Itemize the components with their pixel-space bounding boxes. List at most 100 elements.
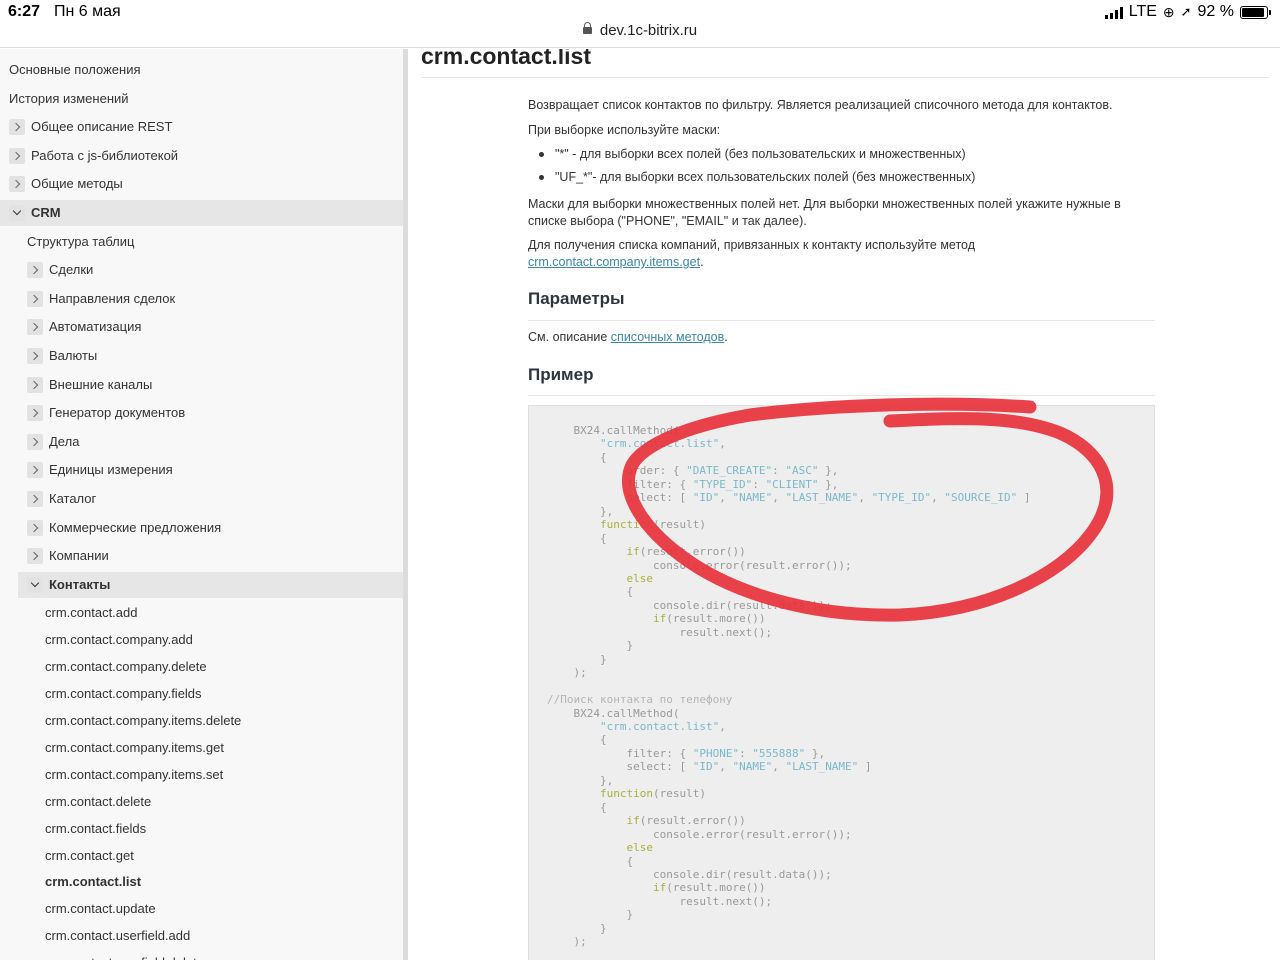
code-text: , [772, 760, 786, 774]
code-text: } [547, 921, 607, 935]
sidebar-item[interactable]: crm.contact.company.items.delete [0, 708, 403, 734]
code-line: console.dir(result.data()); [547, 868, 832, 881]
code-text: } [547, 639, 634, 653]
chevron-down-icon[interactable] [27, 576, 43, 593]
sidebar-item-label: crm.contact.company.delete [45, 659, 207, 675]
chevron-right-icon[interactable] [27, 319, 43, 336]
code-text: { [547, 854, 634, 868]
code-text: (result) [652, 787, 706, 801]
list-methods-link[interactable]: списочных методов [611, 330, 724, 344]
sidebar-item-label: Общее описание REST [31, 119, 173, 135]
annotation-stroke [622, 397, 1114, 622]
sidebar-item-label: CRM [31, 205, 61, 220]
sidebar-nav: Основные положения История изменений Общее… [0, 49, 403, 960]
sidebar-item[interactable]: Внешние каналы [0, 372, 403, 398]
chevron-right-icon[interactable] [27, 348, 43, 364]
address-bar[interactable]: dev.1c-bitrix.ru [0, 22, 1280, 48]
sidebar-item[interactable]: crm.contact.list [0, 869, 403, 895]
sidebar-item-label: crm.contact.get [45, 847, 134, 863]
chevron-right-icon[interactable] [9, 176, 25, 193]
chevron-right-icon[interactable] [27, 405, 43, 422]
sidebar-item[interactable]: crm.contact.company.items.set [0, 762, 403, 788]
code-line: result.next(); [547, 895, 772, 908]
code-line: } [547, 639, 633, 652]
sidebar-item[interactable]: Компании [0, 543, 403, 569]
code-text: BX24.callMethod( [547, 706, 680, 720]
code-keyword: function [599, 787, 653, 801]
sidebar-item[interactable]: crm.contact.company.add [0, 627, 403, 653]
code-text: filter: { [547, 746, 693, 760]
sidebar-item[interactable]: Единицы измерения [0, 457, 403, 483]
chevron-right-icon[interactable] [27, 548, 43, 565]
sidebar-item[interactable]: crm.contact.fields [0, 816, 403, 842]
code-string: "crm.contact.list" [599, 719, 720, 733]
sidebar-item[interactable]: Общие методы [0, 171, 403, 197]
sidebar-item[interactable]: Каталог [0, 486, 403, 512]
status-time: 6:27 [8, 3, 41, 20]
params-text: См. описание списочных методов. [528, 329, 1158, 346]
chevron-right-icon[interactable] [27, 376, 43, 393]
chevron-right-icon[interactable] [27, 491, 43, 507]
chevron-right-icon[interactable] [9, 147, 25, 164]
location-icon: ➚ [1180, 4, 1192, 19]
sidebar-item-label: crm.contact.company.items.get [45, 739, 224, 755]
sidebar-item[interactable]: Контакты [18, 571, 403, 598]
sidebar-item[interactable]: crm.contact.company.delete [0, 654, 403, 680]
code-text: (result.error()) [639, 814, 746, 828]
sidebar-item[interactable]: crm.contact.company.items.get [0, 735, 403, 761]
sidebar-item[interactable]: crm.contact.get [0, 843, 403, 869]
code-line: { [547, 801, 607, 814]
chevron-right-icon[interactable] [27, 519, 43, 536]
sidebar-item[interactable]: Общее описание REST [0, 114, 403, 140]
company-items-get-link[interactable]: crm.contact.company.items.get [528, 255, 700, 269]
code-line: } [547, 653, 607, 666]
code-text: (result.more()) [666, 881, 766, 895]
code-string: "PHONE" [692, 746, 740, 760]
multi-fields-line1: Маски для выборки множественных полей не… [528, 197, 1121, 211]
chevron-right-icon[interactable] [27, 262, 43, 279]
mask-uf-text: "UF_*"- для выборки всех пользовательски… [555, 170, 976, 184]
sidebar-item[interactable]: crm.contact.update [0, 896, 403, 922]
sidebar-item-label: Единицы измерения [49, 462, 173, 478]
sidebar-item[interactable]: Сделки [0, 257, 403, 283]
sidebar-item-label: Генератор документов [49, 405, 186, 421]
sidebar-item[interactable]: История изменений [0, 86, 403, 112]
sidebar-item[interactable]: Работа с js-библиотекой [0, 143, 403, 169]
sidebar-item[interactable]: Структура таблиц [0, 229, 403, 255]
code-text: }, [805, 746, 826, 760]
sidebar-item[interactable]: Автоматизация [0, 314, 403, 340]
chevron-right-icon[interactable] [27, 462, 43, 479]
sidebar-item[interactable]: Направления сделок [0, 286, 403, 312]
sidebar-item[interactable]: crm.contact.company.fields [0, 681, 403, 707]
code-line: select: [ "ID", "NAME", "LAST_NAME" ] [547, 760, 871, 774]
intro-text: Возвращает список контактов по фильтру. … [528, 98, 1113, 112]
lock-icon [582, 22, 592, 34]
sidebar-item[interactable]: Основные положения [0, 57, 403, 83]
chevron-down-icon[interactable] [9, 205, 25, 221]
sidebar-item[interactable]: CRM [0, 200, 403, 226]
sidebar-item[interactable]: crm.contact.delete [0, 789, 403, 815]
code-line: }, [547, 774, 613, 787]
sidebar-item[interactable]: crm.contact.userfield.add [0, 923, 403, 949]
sidebar-item[interactable]: crm.contact.add [0, 600, 403, 626]
sidebar-item-label: crm.contact.company.add [45, 632, 193, 648]
chevron-right-icon[interactable] [27, 433, 43, 450]
code-line: BX24.callMethod( [547, 707, 679, 720]
params-heading: Параметры [528, 289, 625, 308]
chevron-right-icon[interactable] [27, 290, 43, 307]
sidebar-item[interactable]: Дела [0, 429, 403, 455]
sidebar-item[interactable]: crm.contact.userfield.delete [0, 950, 403, 960]
sidebar-item-label: crm.contact.userfield.add [45, 928, 191, 944]
chevron-right-icon[interactable] [9, 119, 25, 136]
sidebar-item[interactable]: Генератор документов [0, 400, 403, 426]
code-line: filter: { "PHONE": "555888" }, [547, 747, 825, 760]
code-text: : [739, 746, 753, 760]
code-text: console.dir(result.data()); [547, 867, 832, 881]
sidebar-item[interactable]: Коммерческие предложения [0, 515, 403, 541]
sidebar-item[interactable]: Валюты [0, 343, 403, 369]
